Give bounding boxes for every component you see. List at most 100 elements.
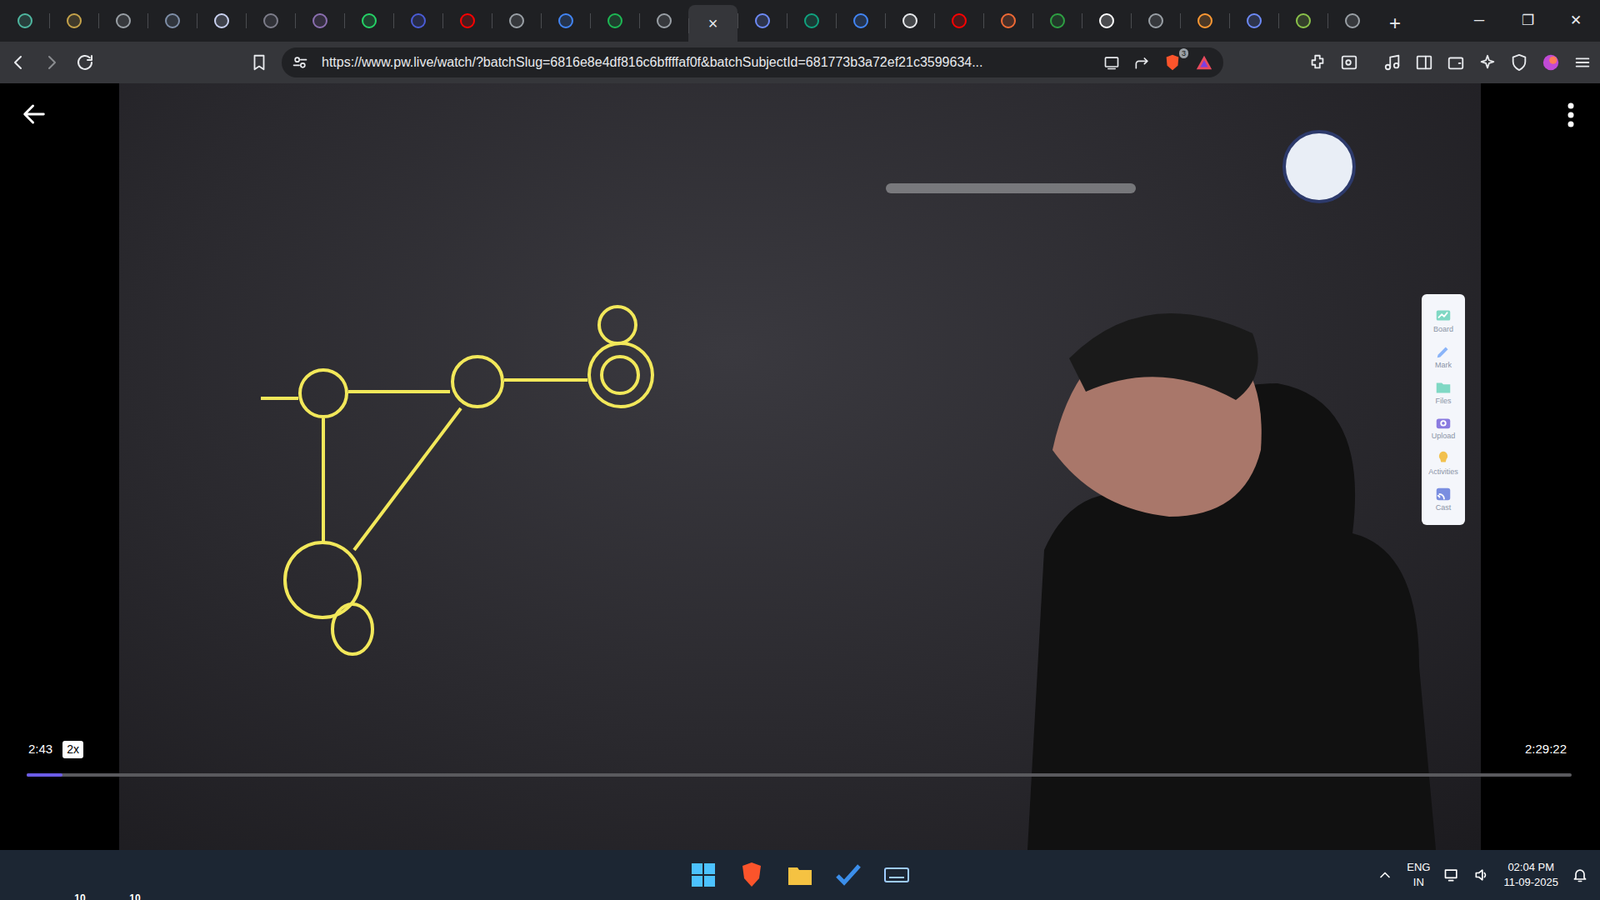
browser-tab[interactable] xyxy=(983,0,1033,42)
start-icon[interactable] xyxy=(689,860,718,890)
side-tool[interactable]: Files xyxy=(1421,374,1465,410)
activities-icon[interactable] xyxy=(1434,449,1453,468)
share-icon[interactable] xyxy=(1133,54,1150,71)
keyboard-icon[interactable] xyxy=(882,860,911,890)
minimize-button[interactable]: ─ xyxy=(1455,10,1504,32)
favicon-icon xyxy=(1000,13,1016,29)
browser-tab[interactable] xyxy=(786,0,836,42)
back-arrow-icon[interactable] xyxy=(20,100,49,129)
files-icon[interactable] xyxy=(1434,378,1453,397)
speaker-icon[interactable] xyxy=(1473,866,1490,884)
clock[interactable]: 02:04 PM11-09-2025 xyxy=(1503,860,1559,890)
skip-back-label[interactable]: 10 xyxy=(74,887,85,900)
browser-tab[interactable] xyxy=(393,0,443,42)
favicon-icon xyxy=(1099,13,1115,29)
network-icon[interactable] xyxy=(1443,866,1460,884)
side-tool-label[interactable]: Board xyxy=(1433,325,1454,335)
progress-fill xyxy=(26,773,63,777)
browser-tab[interactable] xyxy=(737,0,787,42)
browser-tab[interactable] xyxy=(295,0,345,42)
browser-tab[interactable] xyxy=(1278,0,1328,42)
favicon-icon xyxy=(1050,13,1065,29)
brave-shield[interactable]: 3 xyxy=(1163,53,1182,72)
cast-icon[interactable] xyxy=(1103,54,1120,71)
mark-icon[interactable] xyxy=(1434,342,1453,361)
side-tool[interactable]: Board xyxy=(1421,302,1465,339)
side-tool[interactable]: Activities xyxy=(1421,445,1465,481)
cast-icon[interactable] xyxy=(1434,485,1453,504)
back-icon[interactable] xyxy=(8,52,29,73)
side-tool-label[interactable]: Cast xyxy=(1435,503,1452,513)
upload-icon[interactable] xyxy=(1434,413,1453,432)
new-tab-button[interactable]: + xyxy=(1376,8,1414,39)
wallet-icon[interactable] xyxy=(1446,53,1465,72)
side-tool[interactable]: Upload xyxy=(1421,409,1465,445)
browser-tab[interactable] xyxy=(1130,0,1180,42)
browser-tab[interactable] xyxy=(639,0,689,42)
music-icon[interactable] xyxy=(1383,53,1402,72)
more-options-icon[interactable] xyxy=(1566,101,1575,129)
language-indicator[interactable]: ENGIN xyxy=(1406,860,1430,890)
browser-tab[interactable] xyxy=(934,0,984,42)
show-hidden-icon[interactable] xyxy=(1376,866,1394,884)
browser-tab[interactable] xyxy=(196,0,246,42)
browser-tab[interactable] xyxy=(344,0,394,42)
close-window-button[interactable]: ✕ xyxy=(1551,10,1600,32)
todo-icon[interactable] xyxy=(834,860,863,890)
file-explorer-icon[interactable] xyxy=(785,860,815,890)
vpn-icon[interactable] xyxy=(1510,53,1529,72)
browser-tab[interactable] xyxy=(0,0,50,42)
browser-tab[interactable] xyxy=(1229,0,1279,42)
browser-tab[interactable] xyxy=(540,0,590,42)
duration-time: 2:29:22 xyxy=(1525,740,1567,760)
board-icon[interactable] xyxy=(1434,306,1453,325)
side-tool-label[interactable]: Activities xyxy=(1428,467,1459,477)
browser-tab[interactable] xyxy=(1081,0,1131,42)
side-tool-label[interactable]: Upload xyxy=(1431,431,1456,441)
favicon-icon xyxy=(1345,13,1360,29)
speed-button[interactable]: 2x xyxy=(62,740,84,759)
browser-tab[interactable] xyxy=(245,0,295,42)
browser-tab[interactable] xyxy=(1327,0,1377,42)
side-tool[interactable]: Mark xyxy=(1421,338,1465,375)
close-tab-button[interactable]: × xyxy=(708,15,719,32)
profile-icon[interactable] xyxy=(1541,53,1560,72)
sidebar-icon[interactable] xyxy=(1415,53,1434,72)
url-text[interactable]: https://www.pw.live/watch/?batchSlug=681… xyxy=(321,52,1090,73)
url-field[interactable]: https://www.pw.live/watch/?batchSlug=681… xyxy=(281,47,1224,78)
browser-tab[interactable] xyxy=(491,0,541,42)
side-tool[interactable]: Cast xyxy=(1421,480,1465,517)
progress-track[interactable] xyxy=(26,773,1572,777)
brave-icon[interactable] xyxy=(737,860,766,890)
date-text[interactable]: 11-09-2025 xyxy=(1503,875,1559,890)
site-settings-icon[interactable] xyxy=(291,54,309,71)
browser-tab[interactable] xyxy=(98,0,148,42)
extensions-icon[interactable] xyxy=(1308,53,1327,72)
skip-forward-label[interactable]: 10 xyxy=(129,887,140,900)
rewards-icon[interactable] xyxy=(1195,53,1214,72)
browser-tab[interactable] xyxy=(442,0,492,42)
side-tool-label[interactable]: Files xyxy=(1435,396,1451,406)
forward-icon[interactable] xyxy=(41,52,62,73)
notification-icon[interactable] xyxy=(1571,866,1589,884)
region-text[interactable]: IN xyxy=(1406,875,1430,890)
reload-icon[interactable] xyxy=(75,52,95,73)
browser-tab[interactable] xyxy=(147,0,197,42)
reader-icon[interactable] xyxy=(1340,53,1359,72)
browser-tab[interactable] xyxy=(1032,0,1082,42)
side-tool-label[interactable]: Mark xyxy=(1435,360,1452,370)
menu-icon[interactable] xyxy=(1573,53,1592,72)
favicon-icon xyxy=(558,13,574,29)
leo-icon[interactable] xyxy=(1478,53,1497,72)
browser-tab[interactable] xyxy=(835,0,885,42)
bookmark-icon[interactable] xyxy=(250,53,269,72)
browser-tab[interactable] xyxy=(1180,0,1230,42)
browser-tab[interactable] xyxy=(885,0,935,42)
browser-tab[interactable] xyxy=(49,0,99,42)
browser-tab[interactable]: × xyxy=(688,5,738,42)
time-text[interactable]: 02:04 PM xyxy=(1503,860,1559,875)
language-text[interactable]: ENG xyxy=(1406,860,1430,875)
restore-button[interactable]: ❐ xyxy=(1503,10,1552,32)
favicon-icon xyxy=(607,13,623,29)
browser-tab[interactable] xyxy=(590,0,640,42)
